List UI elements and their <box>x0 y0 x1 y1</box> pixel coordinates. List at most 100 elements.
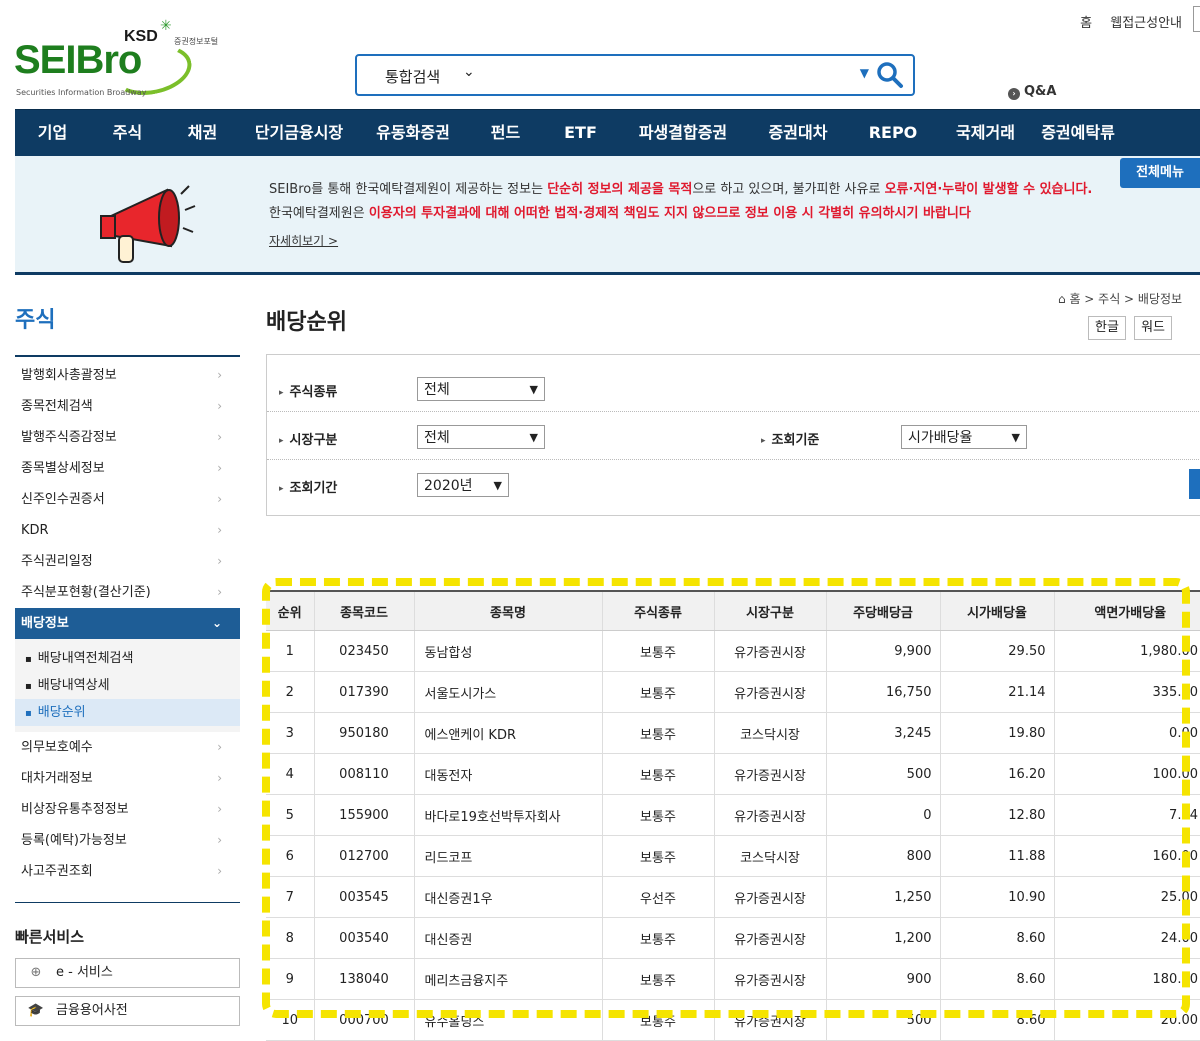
cell-market-yield: 12.80 <box>939 794 1054 836</box>
col-market-yield[interactable]: 시가배당율 <box>939 590 1054 631</box>
accessibility-link[interactable]: 웹접근성안내 <box>1110 16 1182 31</box>
qa-link[interactable]: › Q&A <box>1008 84 1056 100</box>
sidebar-item[interactable]: 발행회사총괄정보 › <box>15 360 240 391</box>
nav-item[interactable]: 증권대차 <box>748 110 848 156</box>
cell-name[interactable]: 서울도시가스 <box>413 671 602 713</box>
submenu-item-selected[interactable]: 배당순위 <box>15 699 240 726</box>
col-stock-type[interactable]: 주식종류 <box>601 590 714 631</box>
sidebar-item-dividend-info[interactable]: 배당정보 ⌄ <box>15 608 240 639</box>
sidebar-item-label: KDR <box>21 523 49 538</box>
sidebar-item[interactable]: 주식권리일정 › <box>15 546 240 577</box>
nav-item[interactable]: 채권 <box>165 110 240 156</box>
nav-item[interactable]: 국제거래 <box>938 110 1033 156</box>
table-row[interactable]: 3 950180 에스앤케이 KDR 보통주 코스닥시장 3,245 19.80 0.00 <box>266 712 1200 754</box>
seibro-logo[interactable]: ✳ KSD 증권정보포털 SEIBro Securities Informati… <box>14 18 254 102</box>
nav-item[interactable]: 기업 <box>15 110 90 156</box>
period-select[interactable]: 2020년 ▼ <box>417 473 509 497</box>
nav-item[interactable]: REPO <box>848 110 938 156</box>
cell-name[interactable]: 대신증권 <box>413 917 602 959</box>
sidebar-submenu: 배당내역전체검색 배당내역상세 배당순위 <box>15 639 240 732</box>
cell-market-yield: 11.88 <box>939 835 1054 877</box>
sidebar-item[interactable]: KDR › <box>15 515 240 546</box>
sidebar-item-label: 발행회사총괄정보 <box>21 368 117 383</box>
col-face-yield[interactable]: 액면가배당율 <box>1053 590 1200 631</box>
cell-name[interactable]: 대동전자 <box>413 753 602 795</box>
nav-item[interactable]: 주식 <box>90 110 165 156</box>
glossary-button[interactable]: 🎓 금융용어사전 <box>15 996 240 1026</box>
word-download-button[interactable]: 워드 <box>1134 316 1172 340</box>
chevron-right-icon: › <box>217 585 222 599</box>
notice-text: SEIBro를 통해 한국예탁결제원이 제공하는 정보는 <box>269 182 548 197</box>
sidebar-item[interactable]: 신주인수권증서 › <box>15 484 240 515</box>
cell-name[interactable]: 유수홀딩스 <box>413 999 602 1041</box>
table-row[interactable]: 9 138040 메리츠금융지주 보통주 유가증권시장 900 8.60 180.00 <box>266 958 1200 1000</box>
market-select[interactable]: 전체 ▼ <box>417 425 545 449</box>
search-icon[interactable] <box>875 60 905 90</box>
table-row[interactable]: 5 155900 바다로19호선박투자회사 보통주 유가증권시장 0 12.80 7.04 <box>266 794 1200 836</box>
search-bar: 통합검색 ⌄ ▼ <box>355 54 915 96</box>
cell-name[interactable]: 리드코프 <box>413 835 602 877</box>
sidebar-item-label: 주식권리일정 <box>21 554 93 569</box>
table-row[interactable]: 1 023450 동남합성 보통주 유가증권시장 9,900 29.50 1,980.00 <box>266 630 1200 672</box>
table-row[interactable]: 10 000700 유수홀딩스 보통주 유가증권시장 500 8.60 20.00 <box>266 999 1200 1041</box>
e-service-button[interactable]: ⊕ e - 서비스 <box>15 958 240 988</box>
notice-emphasis: 오류·지연·누락이 발생할 수 있습니다. <box>884 182 1093 197</box>
col-name[interactable]: 종목명 <box>413 590 602 631</box>
nav-item[interactable]: 펀드 <box>468 110 543 156</box>
criteria-select[interactable]: 시가배당율 ▼ <box>901 425 1027 449</box>
sidebar-item-label: 사고주권조회 <box>21 864 93 879</box>
cell-market: 유가증권시장 <box>713 753 826 795</box>
nav-item[interactable]: 유동화증권 <box>358 110 468 156</box>
cell-rank: 5 <box>266 794 314 836</box>
table-row[interactable]: 4 008110 대동전자 보통주 유가증권시장 500 16.20 100.00 <box>266 753 1200 795</box>
search-button[interactable] <box>1189 469 1200 499</box>
col-dividend-per-share[interactable]: 주당배당금 <box>825 590 940 631</box>
col-market[interactable]: 시장구분 <box>713 590 826 631</box>
sidebar-item[interactable]: 종목전체검색 › <box>15 391 240 422</box>
filter-panel: 주식종류 전체 ▼ 시장구분 전체 ▼ 조회기준 시가배당율 ▼ 조회기간 2020년… <box>266 354 1200 516</box>
chevron-right-icon: › <box>217 523 222 537</box>
home-link[interactable]: 홈 <box>1080 16 1092 31</box>
table-row[interactable]: 2 017390 서울도시가스 보통주 유가증권시장 16,750 21.14 335.00 <box>266 671 1200 713</box>
cell-name[interactable]: 대신증권1우 <box>413 876 602 918</box>
sidebar-item[interactable]: 비상장유통추정정보 › <box>15 794 240 825</box>
sidebar-item[interactable]: 사고주권조회 › <box>15 856 240 887</box>
table-row[interactable]: 6 012700 리드코프 보통주 코스닥시장 800 11.88 160.00 <box>266 835 1200 877</box>
table-row[interactable]: 8 003540 대신증권 보통주 유가증권시장 1,200 8.60 24.00 <box>266 917 1200 959</box>
chevron-down-icon[interactable]: ⌄ <box>463 64 475 80</box>
cell-name[interactable]: 에스앤케이 KDR <box>413 712 602 754</box>
hwp-download-button[interactable]: 한글 <box>1088 316 1126 340</box>
cell-name[interactable]: 메리츠금융지주 <box>413 958 602 1000</box>
cell-market-yield: 8.60 <box>939 958 1054 1000</box>
sidebar-item[interactable]: 대차거래정보 › <box>15 763 240 794</box>
stock-type-select[interactable]: 전체 ▼ <box>417 377 545 401</box>
search-dropdown-icon[interactable]: ▼ <box>860 66 869 80</box>
criteria-value: 시가배당율 <box>908 430 973 446</box>
main-nav: 기업 주식 채권 단기금융시장 유동화증권 펀드 ETF 파생결합증권 증권대차… <box>15 109 1200 156</box>
nav-item[interactable]: 단기금융시장 <box>240 110 358 156</box>
sidebar-item[interactable]: 종목별상세정보 › <box>15 453 240 484</box>
cell-market: 유가증권시장 <box>713 958 826 1000</box>
sidebar-item[interactable]: 주식분포현황(결산기준) › <box>15 577 240 608</box>
cell-market: 유가증권시장 <box>713 794 826 836</box>
col-code[interactable]: 종목코드 <box>313 590 414 631</box>
sidebar-item[interactable]: 발행주식증감정보 › <box>15 422 240 453</box>
search-scope-select[interactable]: 통합검색 <box>385 66 440 87</box>
sidebar-item[interactable]: 의무보호예수 › <box>15 732 240 763</box>
cell-stock-type: 보통주 <box>601 753 714 795</box>
full-menu-button[interactable]: 전체메뉴 <box>1120 158 1200 188</box>
submenu-item[interactable]: 배당내역상세 <box>15 672 240 699</box>
table-row[interactable]: 7 003545 대신증권1우 우선주 유가증권시장 1,250 10.90 25.00 <box>266 876 1200 918</box>
sidebar-item[interactable]: 등록(예탁)가능정보 › <box>15 825 240 856</box>
nav-item[interactable]: 파생결합증권 <box>618 110 748 156</box>
more-link[interactable]: 자세히보기 > <box>269 232 338 249</box>
search-input[interactable] <box>497 62 851 90</box>
nav-item[interactable]: ETF <box>543 110 618 156</box>
cell-market: 유가증권시장 <box>713 876 826 918</box>
nav-item[interactable]: 증권예탁류 <box>1033 110 1123 156</box>
submenu-item[interactable]: 배당내역전체검색 <box>15 645 240 672</box>
cell-name[interactable]: 바다로19호선박투자회사 <box>413 794 602 836</box>
col-rank[interactable]: 순위 <box>266 590 314 631</box>
cell-name[interactable]: 동남합성 <box>413 630 602 672</box>
sidebar-item-label: 신주인수권증서 <box>21 492 105 507</box>
